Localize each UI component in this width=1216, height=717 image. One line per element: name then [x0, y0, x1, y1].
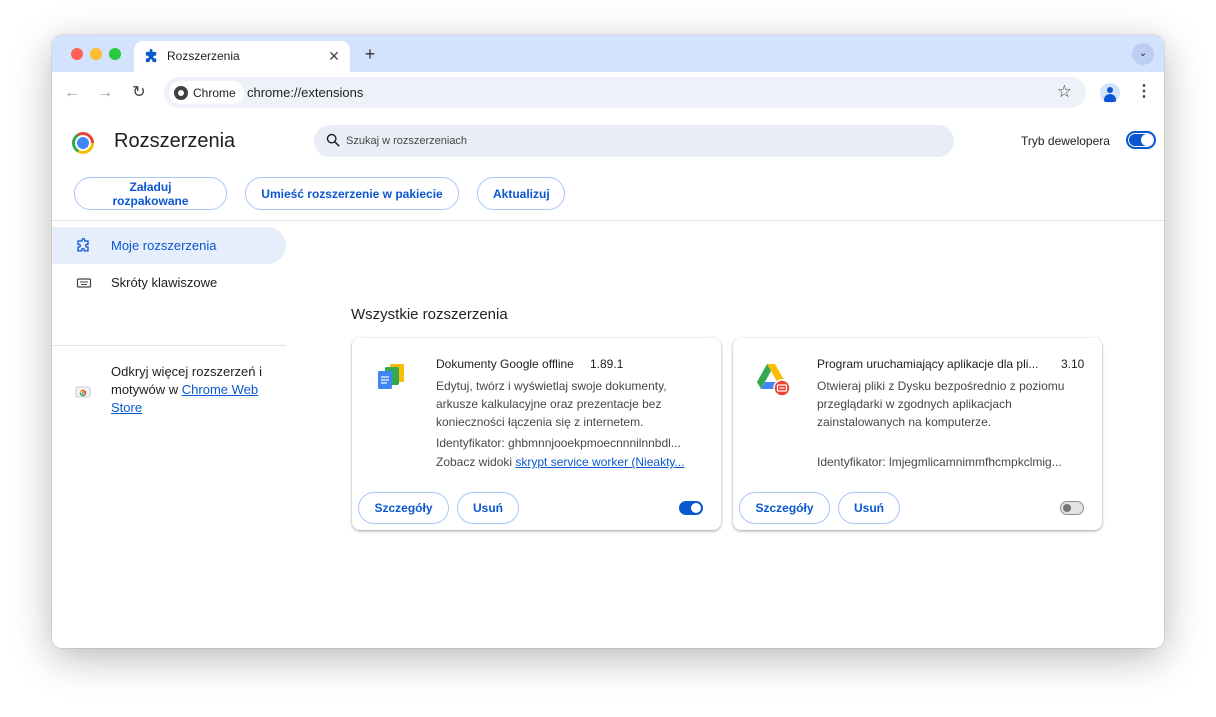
google-drive-launcher-icon: [757, 364, 791, 397]
minimize-window-button[interactable]: [90, 48, 102, 60]
tab-title: Rozszerzenia: [167, 49, 240, 63]
google-docs-offline-icon: [378, 364, 404, 389]
extension-enable-toggle[interactable]: [1060, 501, 1084, 515]
pack-extension-button[interactable]: Umieść rozszerzenie w pakiecie: [245, 177, 459, 210]
toolbar: ← → ↻ Chrome chrome://extensions ☆ ⋮: [52, 72, 1164, 114]
back-icon[interactable]: ←: [62, 83, 82, 103]
header-divider: [52, 220, 1164, 221]
dev-mode-label: Tryb dewelopera: [1021, 134, 1110, 148]
search-box[interactable]: [314, 125, 954, 157]
extension-card: Program uruchamiający aplikacje dla pli.…: [733, 338, 1102, 530]
details-button[interactable]: Szczegóły: [739, 492, 830, 524]
tab-extensions[interactable]: Rozszerzenia ✕: [134, 41, 350, 72]
extension-icon: [77, 238, 89, 252]
address-bar[interactable]: Chrome chrome://extensions ☆: [164, 77, 1086, 108]
bookmark-star-icon[interactable]: ☆: [1057, 83, 1072, 101]
extension-version: 1.89.1: [590, 357, 624, 371]
discover-more-text: Odkryj więcej rozszerzeń i motywów w Chr…: [111, 363, 286, 417]
extension-id: Identyfikator: ghbmnnjooekpmoecnnnilnnbd…: [436, 436, 681, 450]
forward-icon[interactable]: →: [95, 83, 115, 103]
close-icon[interactable]: ✕: [326, 48, 342, 64]
search-icon: [326, 133, 340, 147]
sidebar-item-label: Skróty klawiszowe: [111, 275, 218, 290]
section-title: Wszystkie rozszerzenia: [351, 306, 508, 323]
extension-views: Zobacz widoki skrypt service worker (Nie…: [436, 455, 702, 469]
extension-description: Otwieraj pliki z Dysku bezpośrednio z po…: [817, 379, 1065, 429]
sidebar-item-keyboard-shortcuts[interactable]: Skróty klawiszowe: [52, 264, 286, 301]
keyboard-icon: [76, 278, 92, 288]
details-button[interactable]: Szczegóły: [358, 492, 449, 524]
extension-description: Edytuj, twórz i wyświetlaj swoje dokumen…: [436, 379, 667, 429]
url-text[interactable]: chrome://extensions: [247, 85, 363, 100]
views-label: Zobacz widoki: [436, 455, 516, 469]
dev-mode-toggle[interactable]: [1126, 131, 1156, 149]
extension-name: Program uruchamiający aplikacje dla pli.…: [817, 357, 1039, 371]
search-input[interactable]: [346, 125, 926, 157]
page-title: Rozszerzenia: [114, 130, 236, 152]
chrome-icon: [174, 85, 188, 100]
remove-button[interactable]: Usuń: [457, 492, 519, 524]
chrome-logo-icon: [72, 132, 94, 154]
extension-name: Dokumenty Google offline: [436, 357, 574, 371]
sidebar-item-label: Moje rozszerzenia: [111, 238, 217, 253]
site-chip[interactable]: Chrome: [169, 81, 244, 104]
close-window-button[interactable]: [71, 48, 83, 60]
new-tab-button[interactable]: +: [360, 44, 380, 64]
zoom-window-button[interactable]: [109, 48, 121, 60]
browser-window: Rozszerzenia ✕ + ⌄ ← → ↻ Chrome chrome:/…: [52, 35, 1164, 648]
service-worker-link[interactable]: skrypt service worker (Nieakty...: [515, 455, 684, 469]
update-button[interactable]: Aktualizuj: [477, 177, 565, 210]
extension-enable-toggle[interactable]: [679, 501, 703, 515]
remove-button[interactable]: Usuń: [838, 492, 900, 524]
tab-search-button[interactable]: ⌄: [1132, 43, 1154, 65]
sidebar-divider: [52, 345, 286, 346]
web-store-icon: [75, 386, 91, 398]
profile-avatar-icon[interactable]: [1100, 83, 1120, 103]
sidebar-item-my-extensions[interactable]: Moje rozszerzenia: [52, 227, 286, 264]
puzzle-icon: [145, 49, 157, 63]
tab-strip: Rozszerzenia ✕ + ⌄: [52, 35, 1164, 72]
extensions-page: Rozszerzenia Tryb dewelopera Załaduj roz…: [52, 114, 1164, 648]
menu-kebab-icon[interactable]: ⋮: [1136, 82, 1152, 102]
extension-card: Dokumenty Google offline 1.89.1 Edytuj, …: [352, 338, 721, 530]
extension-version: 3.10: [1061, 357, 1085, 371]
reload-icon[interactable]: ↻: [129, 83, 149, 103]
site-chip-label: Chrome: [193, 85, 236, 100]
extension-id: Identyfikator: lmjegmlicamnimmfhcmpkclmi…: [817, 455, 1062, 469]
load-unpacked-button[interactable]: Załaduj rozpakowane: [74, 177, 227, 210]
